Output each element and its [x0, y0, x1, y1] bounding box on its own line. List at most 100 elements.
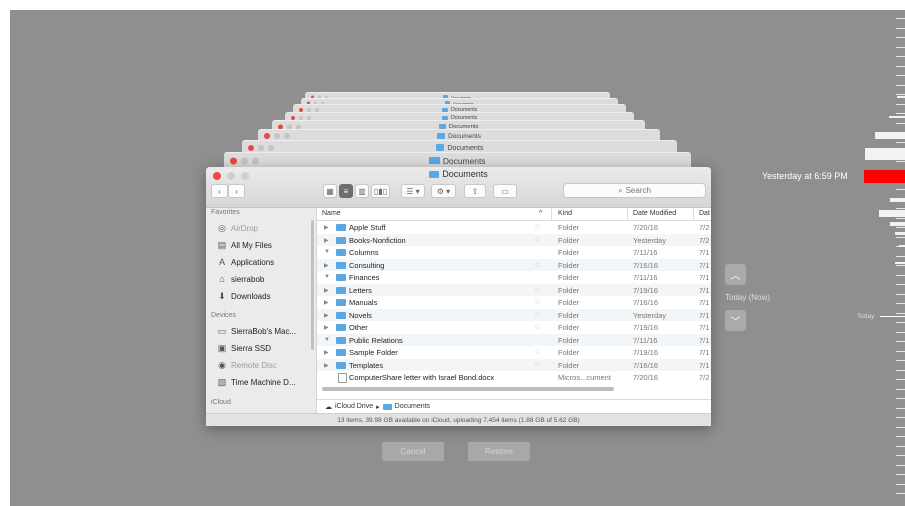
timeline-backup-marker[interactable]: [895, 232, 905, 235]
timeline-tick[interactable]: [896, 446, 905, 447]
timeline-backup-marker[interactable]: [879, 210, 905, 217]
sidebar-item-sierrabob[interactable]: ⌂ sierrabob: [217, 272, 264, 286]
table-row[interactable]: ▼ Public Relations Folder 7/11/16 7/1: [317, 333, 711, 346]
forward-button[interactable]: ›: [228, 184, 245, 198]
table-row[interactable]: ▶ Letters ◌ Folder 7/19/16 7/1: [317, 283, 711, 296]
sidebar-item-time-machine-d[interactable]: ▧ Time Machine D...: [217, 375, 296, 389]
timeline-tick[interactable]: [896, 56, 905, 57]
disclosure-open-icon[interactable]: ▼: [324, 249, 330, 255]
timeline-tick[interactable]: [896, 123, 905, 124]
timeline-tick[interactable]: [896, 455, 905, 456]
table-row[interactable]: ▼ Columns Folder 7/11/16 7/1: [317, 246, 711, 259]
sidebar-item-all-my-files[interactable]: ▤ All My Files: [217, 238, 272, 252]
search-input[interactable]: ⌕ Search: [563, 183, 706, 198]
sidebar-item-sierra-ssd[interactable]: ▣ Sierra SSD: [217, 341, 271, 355]
table-row[interactable]: ▶ Manuals ◌ Folder 7/16/16 7/1: [317, 296, 711, 309]
coverflow-view-button[interactable]: ▯▮▯: [371, 184, 390, 198]
cancel-button[interactable]: Cancel: [382, 442, 444, 461]
timeline-backup-marker[interactable]: [875, 132, 905, 139]
timeline-tick[interactable]: [896, 161, 905, 162]
disclosure-closed-icon[interactable]: ▶: [324, 262, 329, 269]
column-view-button[interactable]: ▥: [355, 184, 369, 198]
timeline-backup-marker[interactable]: [865, 148, 905, 160]
timeline-tick[interactable]: [896, 18, 905, 19]
icon-view-button[interactable]: ▦: [323, 184, 337, 198]
timeline-tick[interactable]: [896, 484, 905, 485]
column-date-modified[interactable]: Date Modified: [633, 210, 676, 217]
disclosure-closed-icon[interactable]: ▶: [324, 224, 329, 231]
timeline-tick[interactable]: [896, 427, 905, 428]
disclosure-closed-icon[interactable]: ▶: [324, 299, 329, 306]
disclosure-closed-icon[interactable]: ▶: [324, 349, 329, 356]
sidebar-scrollbar[interactable]: [311, 220, 314, 350]
timeline-tick[interactable]: [896, 237, 905, 238]
timeline-backup-marker[interactable]: [897, 96, 905, 98]
timeline-tick[interactable]: [896, 417, 905, 418]
timeline-tick[interactable]: [896, 189, 905, 190]
disclosure-open-icon[interactable]: ▼: [324, 337, 330, 343]
timeline-tick[interactable]: [896, 389, 905, 390]
column-date-added[interactable]: Dat: [699, 210, 710, 217]
timeline-backup-marker[interactable]: [895, 262, 905, 264]
table-row[interactable]: ▼ Finances Folder 7/11/16 7/1: [317, 271, 711, 284]
table-row[interactable]: ▶ Templates ◌ Folder 7/16/16 7/1: [317, 358, 711, 371]
column-kind[interactable]: Kind: [558, 210, 572, 217]
timeline-tick[interactable]: [896, 113, 905, 114]
timeline-current-marker[interactable]: [864, 170, 905, 183]
timeline-tick[interactable]: [896, 275, 905, 276]
timeline-tick[interactable]: [896, 313, 905, 314]
timeline-tick[interactable]: [896, 142, 905, 143]
timeline-backup-marker[interactable]: [890, 198, 905, 202]
path-root[interactable]: iCloud Drive: [335, 403, 373, 410]
sidebar-item-airdrop[interactable]: ◎ AirDrop: [217, 221, 258, 235]
timeline-tick[interactable]: [896, 66, 905, 67]
timeline-tick[interactable]: [896, 208, 905, 209]
table-row[interactable]: ▶ Novels ◌ Folder Yesterday 7/1: [317, 308, 711, 321]
column-name[interactable]: Name: [322, 210, 341, 217]
timeline-tick[interactable]: [896, 398, 905, 399]
list-view-button[interactable]: ≡: [339, 184, 353, 198]
disclosure-closed-icon[interactable]: ▶: [324, 324, 329, 331]
timeline-tick[interactable]: [896, 284, 905, 285]
timeline-tick[interactable]: [896, 94, 905, 95]
timeline-tick[interactable]: [896, 493, 905, 494]
sidebar-item-applications[interactable]: A Applications: [217, 255, 274, 269]
table-row[interactable]: ▶ Apple Stuff ◌ Folder 7/20/16 7/2: [317, 221, 711, 234]
timeline-tick[interactable]: [896, 256, 905, 257]
horizontal-scrollbar[interactable]: [322, 387, 614, 391]
timeline-backup-marker[interactable]: [889, 116, 905, 118]
timeline-tick[interactable]: [896, 341, 905, 342]
timeline-tick[interactable]: [896, 47, 905, 48]
timeline-tick[interactable]: [896, 436, 905, 437]
action-button[interactable]: ⚙ ▾: [431, 184, 456, 198]
table-row[interactable]: ▶ Sample Folder ◌ Folder 7/19/16 7/1: [317, 346, 711, 359]
timeline-tick[interactable]: [896, 332, 905, 333]
sidebar-item-remote-disc[interactable]: ◉ Remote Disc: [217, 358, 277, 372]
timeline-tick[interactable]: [896, 474, 905, 475]
timeline-backup-marker[interactable]: [890, 222, 905, 226]
arrange-button[interactable]: ☰ ▾: [401, 184, 425, 198]
disclosure-open-icon[interactable]: ▼: [324, 274, 330, 280]
timeline-tick[interactable]: [896, 408, 905, 409]
timeline-tick[interactable]: [896, 294, 905, 295]
timeline-tick[interactable]: [896, 303, 905, 304]
disclosure-closed-icon[interactable]: ▶: [324, 287, 329, 294]
back-button[interactable]: ‹: [211, 184, 228, 198]
table-row[interactable]: ▶ Books-Nonfiction ◌ Folder Yesterday 7/2: [317, 233, 711, 246]
disclosure-closed-icon[interactable]: ▶: [324, 312, 329, 319]
timeline-tick[interactable]: [896, 218, 905, 219]
table-row[interactable]: ▶ Consulting ◌ Folder 7/16/16 7/1: [317, 258, 711, 271]
timeline-tick[interactable]: [896, 265, 905, 266]
path-current[interactable]: Documents: [395, 403, 430, 410]
tags-button[interactable]: ▭: [493, 184, 517, 198]
disclosure-closed-icon[interactable]: ▶: [324, 237, 329, 244]
navigate-forward-button[interactable]: ﹀: [725, 310, 746, 331]
timeline-tick[interactable]: [896, 465, 905, 466]
timeline-tick[interactable]: [896, 85, 905, 86]
timeline-backup-marker[interactable]: [899, 245, 905, 247]
timeline-tick[interactable]: [896, 75, 905, 76]
disclosure-closed-icon[interactable]: ▶: [324, 362, 329, 369]
sidebar-item-sierrabob-s-mac[interactable]: ▭ SierraBob's Mac...: [217, 324, 296, 338]
timeline-tick[interactable]: [896, 360, 905, 361]
timeline-tick[interactable]: [896, 227, 905, 228]
